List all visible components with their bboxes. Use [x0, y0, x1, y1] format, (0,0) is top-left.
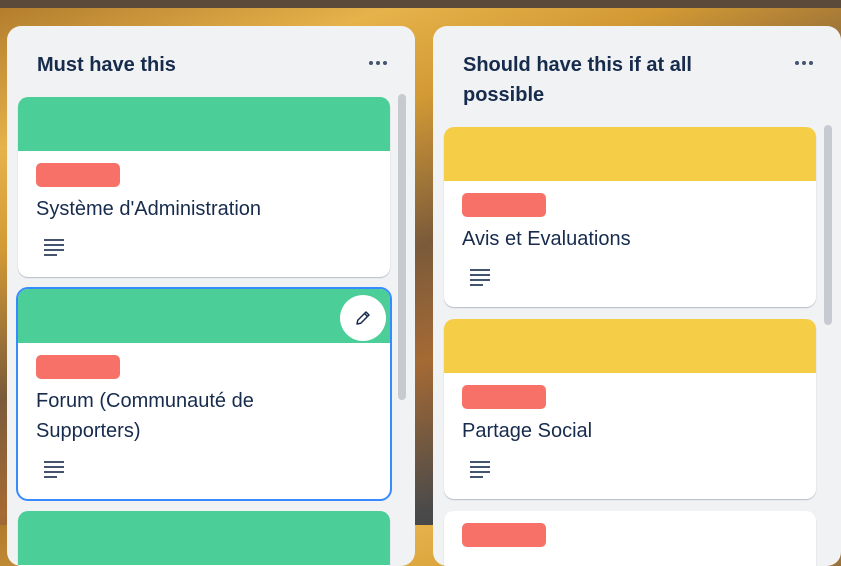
- card[interactable]: [18, 511, 390, 566]
- card-label[interactable]: [462, 523, 546, 547]
- card-cover: [18, 511, 390, 565]
- card[interactable]: [444, 511, 816, 566]
- card-title: Avis et Evaluations: [462, 228, 631, 250]
- card[interactable]: Forum (Communauté de Supporters): [18, 289, 390, 499]
- description-icon: [470, 461, 490, 478]
- description-icon: [470, 269, 490, 286]
- list-must-have: Must have this Système d'Administration …: [7, 26, 415, 566]
- card-title: Partage Social: [462, 420, 593, 442]
- more-horizontal-icon[interactable]: [363, 48, 393, 78]
- card-title: Forum (Communauté de Supporters): [36, 390, 254, 442]
- card-label[interactable]: [36, 163, 120, 187]
- card-cover: [444, 319, 816, 373]
- pencil-icon: [356, 311, 370, 325]
- card[interactable]: Avis et Evaluations: [444, 127, 816, 307]
- card-label[interactable]: [462, 193, 546, 217]
- description-icon: [44, 239, 64, 256]
- card-label[interactable]: [462, 385, 546, 409]
- card-cover: [18, 97, 390, 151]
- card-label[interactable]: [36, 355, 120, 379]
- card[interactable]: Partage Social: [444, 319, 816, 499]
- list-title[interactable]: Should have this if at all possible: [463, 50, 753, 110]
- card-cover: [444, 127, 816, 181]
- list-scrollbar[interactable]: [398, 94, 406, 400]
- more-horizontal-icon[interactable]: [789, 48, 819, 78]
- list-title[interactable]: Must have this: [37, 50, 327, 80]
- edit-card-button[interactable]: [340, 295, 386, 341]
- list-scrollbar[interactable]: [824, 125, 832, 325]
- card-title: Système d'Administration: [36, 198, 262, 220]
- list-should-have: Should have this if at all possible Avis…: [433, 26, 841, 566]
- card[interactable]: Système d'Administration: [18, 97, 390, 277]
- card-cover: [18, 289, 390, 343]
- board-header-strip: [0, 0, 841, 8]
- description-icon: [44, 461, 64, 478]
